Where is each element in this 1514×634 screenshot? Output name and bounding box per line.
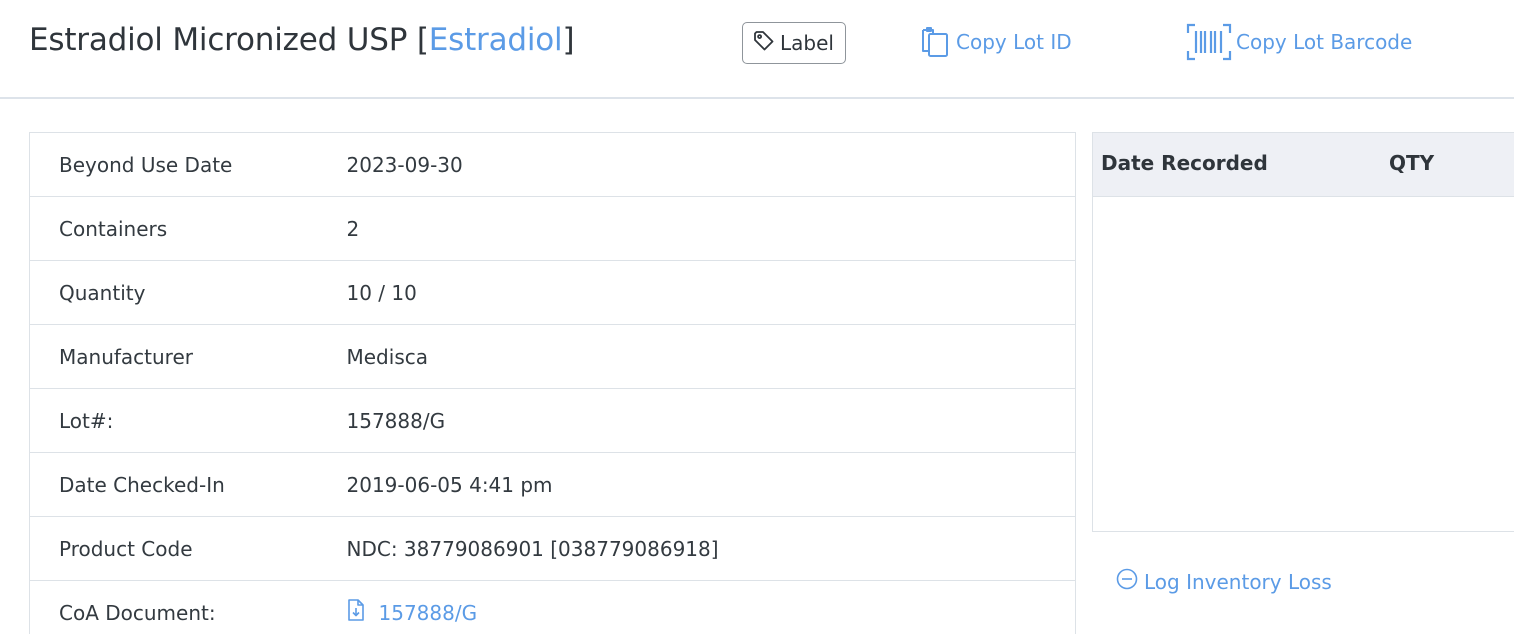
copy-lot-id-button[interactable]: Copy Lot ID	[918, 18, 1072, 66]
log-table-header: Date Recorded QTY	[1093, 133, 1514, 197]
detail-value: NDC: 38779086901 [038779086918]	[317, 516, 1076, 581]
barcode-icon	[1186, 23, 1232, 61]
label-button[interactable]: Label	[742, 22, 846, 64]
detail-value-cell: 157888/G	[317, 580, 1076, 634]
detail-key: Date Checked-In	[29, 452, 318, 517]
table-row: Manufacturer Medisca	[29, 324, 1076, 389]
page-header: Estradiol Micronized USP [Estradiol] Lab…	[0, 0, 1514, 99]
document-download-icon	[347, 599, 365, 626]
table-row: CoA Document: 157888/G	[29, 580, 1076, 634]
lot-details-table: Beyond Use Date 2023-09-30 Containers 2 Qu…	[29, 132, 1076, 634]
copy-lot-barcode-button[interactable]: Copy Lot Barcode	[1186, 18, 1412, 66]
detail-key: Manufacturer	[29, 324, 318, 389]
log-inventory-loss-button[interactable]: Log Inventory Loss	[1116, 568, 1332, 595]
bracket-open: [	[416, 22, 429, 58]
tag-icon	[752, 29, 776, 58]
inventory-log-table: Date Recorded QTY	[1092, 132, 1514, 532]
detail-value: Medisca	[317, 324, 1076, 389]
page-title: Estradiol Micronized USP [Estradiol]	[29, 22, 575, 58]
column-header-qty[interactable]: QTY	[1389, 151, 1434, 175]
table-row: Quantity 10 / 10	[29, 260, 1076, 325]
ingredient-link[interactable]: Estradiol	[429, 22, 563, 58]
table-row: Containers 2	[29, 196, 1076, 261]
label-button-text: Label	[780, 31, 834, 55]
detail-key: Quantity	[29, 260, 318, 325]
detail-value: 157888/G	[317, 388, 1076, 453]
detail-key: Beyond Use Date	[29, 132, 318, 197]
detail-value: 2019-06-05 4:41 pm	[317, 452, 1076, 517]
detail-key: CoA Document:	[29, 580, 318, 634]
detail-key: Lot#:	[29, 388, 318, 453]
detail-value: 10 / 10	[317, 260, 1076, 325]
detail-key: Containers	[29, 196, 318, 261]
detail-value: 2	[317, 196, 1076, 261]
table-row: Lot#: 157888/G	[29, 388, 1076, 453]
column-header-date-recorded[interactable]: Date Recorded	[1101, 151, 1268, 175]
table-row: Product Code NDC: 38779086901 [0387790869…	[29, 516, 1076, 581]
table-row: Date Checked-In 2019-06-05 4:41 pm	[29, 452, 1076, 517]
minus-circle-icon	[1116, 568, 1138, 595]
log-inventory-loss-label: Log Inventory Loss	[1144, 569, 1332, 594]
copy-lot-barcode-label: Copy Lot Barcode	[1236, 30, 1413, 54]
detail-key: Product Code	[29, 516, 318, 581]
detail-value: 2023-09-30	[317, 132, 1076, 197]
table-row: Beyond Use Date 2023-09-30	[29, 132, 1076, 197]
bracket-close: ]	[562, 22, 575, 58]
clipboard-copy-icon	[918, 25, 952, 59]
title-text: Estradiol Micronized USP	[29, 22, 408, 58]
coa-document-link[interactable]: 157888/G	[347, 599, 478, 626]
copy-lot-id-label: Copy Lot ID	[956, 30, 1072, 54]
coa-document-label: 157888/G	[378, 600, 478, 625]
